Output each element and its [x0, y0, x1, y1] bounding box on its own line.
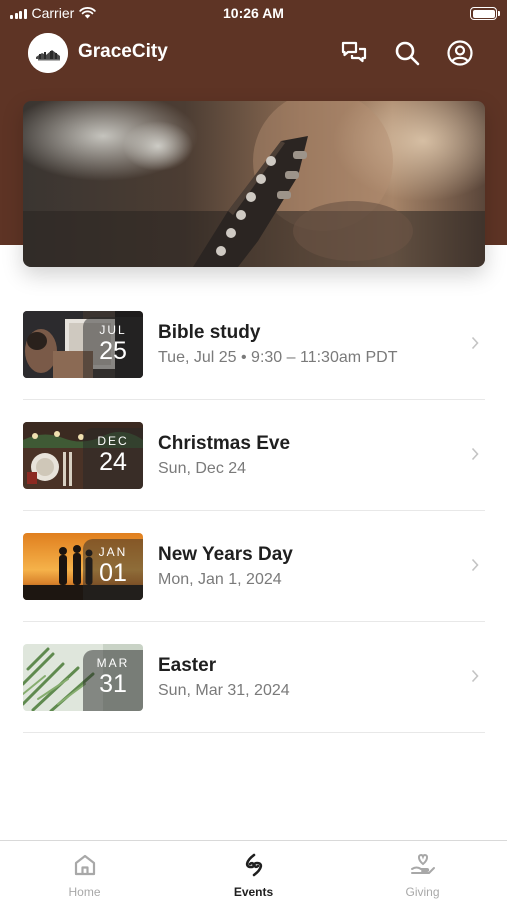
app-header: GraceCity — [0, 30, 507, 76]
date-month: JUL — [99, 323, 127, 337]
event-row[interactable]: JUL 25 Bible study Tue, Jul 25 • 9:30 – … — [23, 289, 485, 400]
account-icon[interactable] — [445, 38, 475, 68]
tab-bar: Home Events Giving — [0, 840, 507, 900]
event-thumbnail: JAN 01 — [23, 533, 143, 600]
date-badge: JAN 01 — [83, 539, 143, 600]
chevron-right-icon — [471, 447, 479, 461]
date-badge: MAR 31 — [83, 650, 143, 711]
date-badge: DEC 24 — [83, 428, 143, 489]
status-time: 10:26 AM — [223, 5, 284, 21]
date-month: DEC — [97, 434, 129, 448]
event-row[interactable]: JAN 01 New Years Day Mon, Jan 1, 2024 — [23, 511, 485, 622]
chevron-right-icon — [471, 669, 479, 683]
event-title: Christmas Eve — [158, 433, 291, 454]
date-month: JAN — [98, 545, 128, 559]
date-day: 01 — [99, 559, 127, 587]
events-list: JUL 25 Bible study Tue, Jul 25 • 9:30 – … — [23, 289, 485, 733]
giving-icon — [409, 851, 437, 879]
home-icon — [71, 851, 99, 879]
tab-home[interactable]: Home — [0, 841, 169, 900]
events-icon — [240, 851, 268, 879]
event-thumbnail: MAR 31 — [23, 644, 143, 711]
chat-icon[interactable] — [339, 38, 369, 68]
event-thumbnail: DEC 24 — [23, 422, 143, 489]
date-day: 24 — [99, 448, 127, 476]
church-logo[interactable] — [28, 33, 68, 73]
tab-label: Home — [68, 885, 101, 899]
event-title: New Years Day — [158, 544, 293, 565]
event-row[interactable]: MAR 31 Easter Sun, Mar 31, 2024 — [23, 622, 485, 733]
date-badge: JUL 25 — [83, 317, 143, 378]
event-date: Sun, Mar 31, 2024 — [158, 682, 290, 699]
chevron-right-icon — [471, 558, 479, 572]
date-day: 25 — [99, 337, 127, 365]
app-title: GraceCity — [78, 41, 168, 62]
tab-events[interactable]: Events — [169, 841, 338, 900]
date-day: 31 — [99, 670, 127, 698]
battery-icon — [470, 7, 500, 20]
search-icon[interactable] — [392, 38, 422, 68]
tab-label: Events — [233, 885, 274, 899]
tab-giving[interactable]: Giving — [338, 841, 507, 900]
event-date: Sun, Dec 24 — [158, 460, 247, 477]
status-bar: Carrier 10:26 AM — [0, 0, 507, 28]
date-month: MAR — [96, 656, 130, 670]
chevron-right-icon — [471, 336, 479, 350]
event-title: Bible study — [158, 322, 261, 343]
event-date: Tue, Jul 25 • 9:30 – 11:30am PDT — [158, 349, 398, 366]
event-date: Mon, Jan 1, 2024 — [158, 571, 282, 588]
event-row[interactable]: DEC 24 Christmas Eve Sun, Dec 24 — [23, 400, 485, 511]
event-title: Easter — [158, 655, 217, 676]
hero-image[interactable] — [23, 101, 485, 267]
event-thumbnail: JUL 25 — [23, 311, 143, 378]
tab-label: Giving — [405, 885, 440, 899]
